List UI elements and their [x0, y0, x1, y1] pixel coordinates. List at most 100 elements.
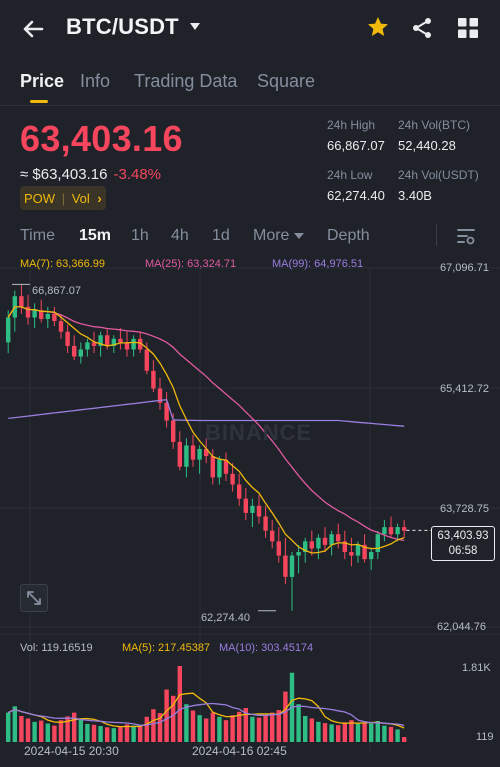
tab-trading-data[interactable]: Trading Data — [134, 71, 237, 92]
tf-1h[interactable]: 1h — [131, 227, 149, 245]
back-arrow-icon[interactable] — [18, 14, 48, 44]
volume-axis-label-2: 119 — [476, 731, 494, 743]
tab-price[interactable]: Price — [20, 71, 64, 92]
volume-bar — [223, 720, 229, 742]
volume-bar — [72, 712, 77, 742]
candle-body — [355, 544, 361, 556]
volume-bar — [91, 724, 97, 742]
stats-col-1: 24h High 66,867.07 24h Low 62,274.40 — [327, 118, 385, 218]
candle-body — [72, 345, 77, 357]
candle-body — [45, 313, 50, 319]
tf-time[interactable]: Time — [20, 227, 55, 245]
kline-chart[interactable]: BINANCE MA(7): 63,366.99 MA(25): 63,324.… — [0, 254, 500, 767]
high-marker-label: 66,867.07 — [32, 285, 81, 297]
candle-body — [243, 498, 248, 513]
chart-settings-icon[interactable] — [456, 226, 476, 246]
candle-body — [309, 541, 314, 549]
candle-body — [210, 456, 215, 478]
tab-square[interactable]: Square — [257, 71, 315, 92]
stat-low-label: 24h Low — [327, 168, 373, 182]
candle-body — [32, 310, 37, 318]
badge-separator: | — [61, 191, 66, 206]
pow-vol-badge[interactable]: POW | Vol › — [20, 186, 106, 210]
badge-pow: POW — [24, 191, 56, 206]
candle-body — [237, 484, 242, 499]
volume-bar — [52, 725, 57, 742]
date-label-1: 2024-04-15 20:30 — [24, 744, 119, 758]
candle-body — [349, 552, 354, 556]
stat-volusdt-value: 3.40B — [398, 188, 432, 203]
volume-label: Vol: 119.16519 — [20, 642, 93, 654]
more-caret-icon — [294, 232, 305, 239]
volume-bar — [138, 726, 143, 742]
chart-canvas[interactable] — [0, 254, 500, 767]
candle-body — [296, 552, 301, 556]
volume-bar — [369, 723, 374, 742]
volume-bar — [197, 715, 202, 742]
candle-body — [197, 448, 202, 460]
volume-bar — [151, 709, 156, 742]
volume-bar — [19, 715, 24, 742]
candle-body — [85, 342, 90, 350]
grid-icon[interactable] — [457, 17, 479, 39]
candle-body — [322, 537, 328, 545]
volume-bar — [190, 710, 196, 742]
candle-body — [144, 349, 149, 371]
volume-bar — [25, 718, 31, 742]
volume-bar — [237, 711, 242, 742]
volume-ma5-label: MA(5): 217.45387 — [122, 642, 211, 654]
volume-bar — [395, 729, 400, 742]
volume-bar — [402, 737, 407, 742]
candle-body — [19, 296, 24, 307]
share-icon[interactable] — [410, 16, 434, 40]
volume-bar — [78, 719, 83, 742]
pair-title[interactable]: BTC/USDT — [66, 14, 179, 40]
volume-bar — [204, 718, 209, 742]
tab-bar: Price Info Trading Data Square — [0, 66, 500, 106]
tab-info[interactable]: Info — [80, 71, 110, 92]
tf-more[interactable]: More — [253, 227, 305, 245]
volume-bar — [303, 715, 308, 742]
tab-depth[interactable]: Depth — [327, 227, 370, 245]
candle-body — [283, 555, 288, 577]
candle-body — [105, 335, 110, 346]
volume-bar — [39, 720, 44, 742]
volume-bar — [230, 715, 235, 742]
candle-body — [382, 527, 387, 535]
volume-bar — [12, 706, 17, 742]
candle-body — [177, 441, 182, 467]
volume-bar — [296, 704, 301, 742]
price-axis-label-3: 63,728.75 — [440, 503, 489, 515]
ma25-label: MA(25): 63,324.71 — [145, 258, 237, 270]
volume-bar — [322, 723, 328, 742]
candle-body — [78, 349, 83, 357]
volume-bar — [217, 716, 222, 742]
badge-vol: Vol — [71, 191, 90, 206]
volume-bar — [382, 725, 387, 742]
star-icon[interactable] — [366, 15, 390, 39]
candle-body — [118, 338, 123, 343]
candle-body — [131, 338, 136, 350]
price-axis-label-4: 62,044.76 — [437, 621, 486, 633]
candle-body — [329, 534, 334, 545]
volume-bar — [250, 716, 255, 742]
volume-bar — [355, 723, 361, 742]
tf-15m[interactable]: 15m — [79, 227, 111, 245]
stat-volusdt-label: 24h Vol(USDT) — [398, 168, 479, 182]
expand-icon[interactable] — [20, 584, 48, 612]
tf-4h[interactable]: 4h — [171, 227, 189, 245]
tf-1d[interactable]: 1d — [212, 227, 230, 245]
volume-bar — [329, 724, 334, 742]
ma99-label: MA(99): 64,976.51 — [272, 258, 364, 270]
candle-body — [263, 516, 268, 531]
volume-bar — [256, 717, 262, 742]
candle-body — [388, 527, 394, 535]
candle-body — [316, 537, 321, 549]
price-axis-label-2: 65,412.72 — [440, 383, 489, 395]
stats-col-2: 24h Vol(BTC) 52,440.28 24h Vol(USDT) 3.4… — [398, 118, 479, 218]
candle-body — [65, 331, 70, 346]
chevron-right-icon: › — [97, 191, 102, 206]
volume-bar — [375, 721, 380, 742]
caret-down-icon[interactable] — [190, 23, 200, 30]
header: BTC/USDT — [0, 0, 500, 58]
